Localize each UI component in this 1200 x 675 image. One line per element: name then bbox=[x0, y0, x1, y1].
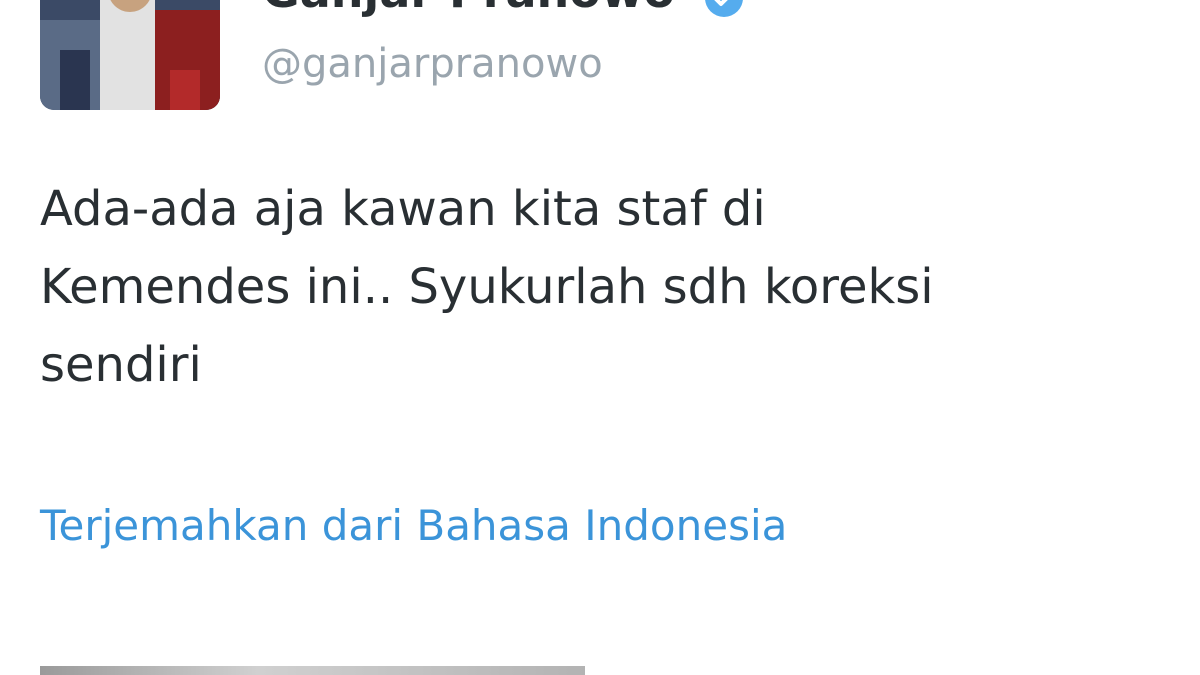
tweet-card: Ganjar Pranowo @ganjarpranowo Ada-ada aj… bbox=[0, 0, 1200, 675]
tweet-text-line: Kemendes ini.. Syukurlah sdh koreksi bbox=[40, 259, 934, 315]
verified-badge-icon bbox=[705, 0, 743, 17]
embedded-media-edge bbox=[40, 666, 585, 675]
tweet-text: Ada-ada aja kawan kita staf di Kemendes … bbox=[40, 170, 1160, 404]
user-handle[interactable]: @ganjarpranowo bbox=[262, 44, 603, 84]
display-name[interactable]: Ganjar Pranowo bbox=[262, 0, 675, 14]
avatar[interactable] bbox=[40, 0, 220, 110]
translate-link[interactable]: Terjemahkan dari Bahasa Indonesia bbox=[40, 505, 787, 547]
profile-photo-icon bbox=[40, 0, 220, 110]
tweet-text-line: sendiri bbox=[40, 337, 202, 393]
tweet-text-line: Ada-ada aja kawan kita staf di bbox=[40, 181, 766, 237]
